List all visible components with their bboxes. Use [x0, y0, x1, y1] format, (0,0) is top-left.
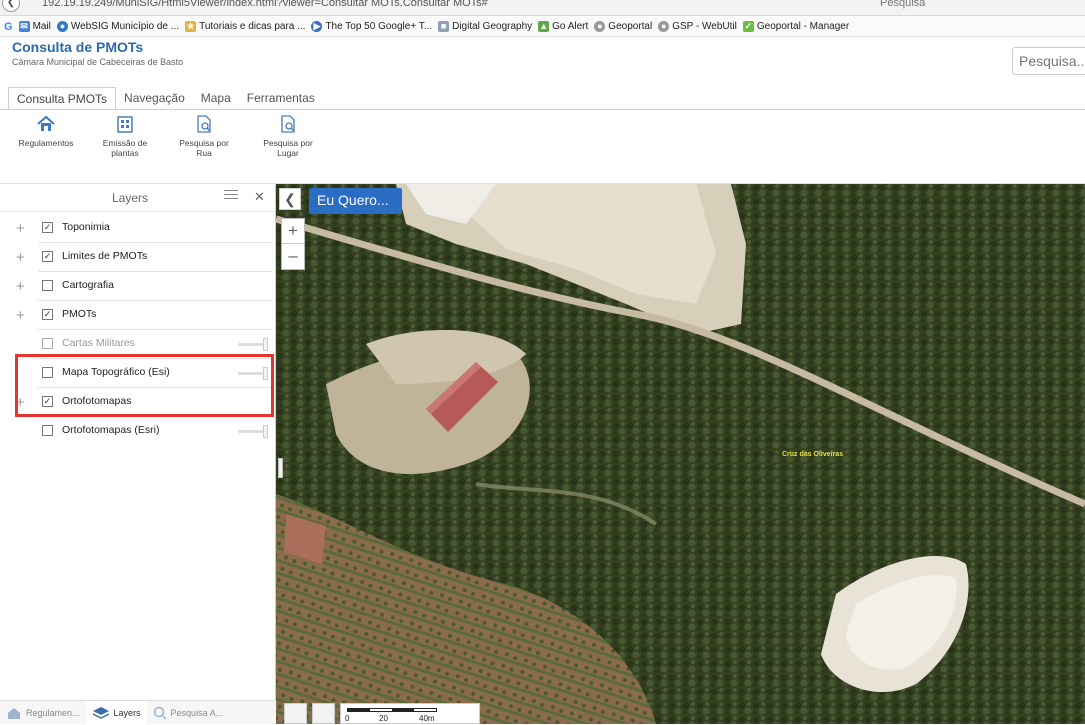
collapse-panel-button[interactable]: ❮	[279, 188, 301, 210]
bookmark-item[interactable]: ● WebSIG Município de ...	[56, 21, 179, 32]
bookmark-item[interactable]: ● Geoportal	[594, 21, 652, 32]
tab-navegacao[interactable]: Navegação	[116, 87, 193, 110]
search-street-icon	[197, 115, 211, 133]
globe-icon: ●	[56, 21, 68, 32]
slider-handle[interactable]	[263, 425, 268, 438]
layer-checkbox[interactable]	[42, 338, 53, 349]
map-bottom-tools: 0 20 40m	[284, 703, 480, 724]
pesquisa-lugar-button[interactable]: Pesquisa por Lugar	[258, 112, 318, 158]
footer-tab-regulamentos[interactable]: Regulamen...	[0, 701, 86, 725]
bookmarks-bar: G ✉ Mail ● WebSIG Município de ... ★ Tutori…	[0, 17, 1085, 37]
google-icon[interactable]: G	[4, 21, 13, 33]
panel-resize-handle[interactable]	[278, 458, 283, 478]
app-subtitle: Câmara Municipal de Cabeceiras de Basto	[12, 57, 184, 67]
bookmark-item[interactable]: ▶ The Top 50 Google+ T...	[311, 21, 432, 32]
map-view[interactable]	[276, 184, 1085, 724]
tab-mapa[interactable]: Mapa	[193, 87, 239, 110]
scale-bar-graphic	[347, 708, 437, 712]
expand-icon[interactable]: +	[16, 220, 25, 237]
scale-toggle-button[interactable]	[312, 703, 335, 724]
footer-tab-layers[interactable]: Layers	[85, 700, 147, 725]
menu-icon[interactable]	[224, 190, 238, 202]
opacity-slider[interactable]	[238, 425, 268, 438]
browser-search[interactable]: Pesquisa	[880, 0, 925, 9]
browser-url-bar: ❮ 192.19.19.249/MuniSIG/Html5Viewer/inde…	[0, 0, 1085, 16]
tutorial-icon: ★	[185, 21, 197, 32]
layers-panel: Layers ✕ + ✓ Toponimia + ✓ Limites de PM…	[0, 184, 276, 725]
aerial-imagery	[276, 184, 1085, 724]
layer-label: Cartografia	[62, 279, 114, 291]
search-icon	[153, 706, 167, 720]
search-place-icon	[281, 115, 295, 133]
tab-ferramentas[interactable]: Ferramentas	[239, 87, 323, 110]
geoportal-icon: ●	[594, 21, 606, 32]
scale-bar: 0 20 40m	[340, 703, 480, 724]
layer-label: PMOTs	[62, 308, 97, 320]
overview-map-button[interactable]	[284, 703, 307, 724]
layer-checkbox[interactable]	[42, 280, 53, 291]
zoom-in-button[interactable]: +	[282, 219, 304, 244]
slider-handle[interactable]	[263, 338, 268, 351]
ribbon-tabs: Consulta PMOTs Navegação Mapa Ferramenta…	[8, 87, 323, 110]
bookmark-item[interactable]: ▲ Go Alert	[538, 21, 588, 32]
expand-icon[interactable]: +	[16, 278, 25, 295]
footer-tab-pesquisa[interactable]: Pesquisa A...	[147, 701, 230, 725]
bookmark-item[interactable]: ● GSP - WebUtil	[658, 21, 737, 32]
place-label: Cruz das Oliveiras	[782, 451, 844, 458]
regulamentos-button[interactable]: Regulamentos	[16, 112, 76, 148]
bookmark-item[interactable]: ■ Digital Geography	[438, 21, 532, 32]
home-icon	[8, 707, 20, 719]
zoom-out-button[interactable]: –	[282, 244, 304, 269]
highlight-box	[15, 354, 274, 417]
layers-icon	[92, 706, 109, 719]
app-title: Consulta de PMOTs	[12, 39, 144, 55]
layer-checkbox[interactable]: ✓	[42, 222, 53, 233]
app-header: Consulta de PMOTs Câmara Municipal de Ca…	[0, 38, 1085, 80]
scale-tick: 0	[345, 714, 350, 723]
expand-icon[interactable]: +	[16, 307, 25, 324]
layer-label: Ortofotomapas (Esri)	[62, 424, 160, 436]
layer-row-pmots[interactable]: + ✓ PMOTs	[0, 301, 274, 330]
close-icon[interactable]: ✕	[254, 189, 265, 205]
alert-icon: ▲	[538, 21, 550, 32]
bookmark-item[interactable]: ✉ Mail	[18, 21, 51, 32]
opacity-slider[interactable]	[238, 338, 268, 351]
bookmark-item[interactable]: ✓ Geoportal - Manager	[742, 21, 849, 32]
panel-footer-tabs: Regulamen... Layers Pesquisa A...	[0, 700, 276, 725]
layer-checkbox[interactable]: ✓	[42, 251, 53, 262]
bookmark-item[interactable]: ★ Tutoriais e dicas para ...	[185, 21, 305, 32]
emissao-plantas-button[interactable]: Emissão de plantas	[100, 112, 150, 158]
layer-checkbox[interactable]: ✓	[42, 309, 53, 320]
layer-label: Toponimia	[62, 221, 110, 233]
manager-icon: ✓	[742, 21, 754, 32]
video-icon: ▶	[311, 21, 323, 32]
back-icon[interactable]: ❮	[2, 0, 20, 12]
mail-icon: ✉	[18, 21, 30, 32]
building-icon	[117, 116, 133, 133]
zoom-control: + –	[281, 218, 305, 270]
tab-consulta-pmots[interactable]: Consulta PMOTs	[8, 87, 117, 110]
layer-row-limites[interactable]: + ✓ Limites de PMOTs	[0, 243, 274, 272]
gsp-icon: ●	[658, 21, 670, 32]
home-icon	[37, 115, 55, 131]
layer-checkbox[interactable]	[42, 425, 53, 436]
search-input[interactable]	[1012, 47, 1085, 75]
layer-row-toponimia[interactable]: + ✓ Toponimia	[0, 214, 274, 243]
layer-label: Limites de PMOTs	[62, 250, 148, 262]
panel-header: Layers ✕	[0, 184, 275, 212]
pesquisa-rua-button[interactable]: Pesquisa por Rua	[174, 112, 234, 158]
eu-quero-button[interactable]: Eu Quero...	[309, 188, 402, 214]
scale-tick: 40m	[419, 714, 435, 723]
url-field[interactable]: 192.19.19.249/MuniSIG/Html5Viewer/index.…	[42, 0, 488, 9]
layer-row-cartografia[interactable]: + Cartografia	[0, 272, 274, 301]
panel-title: Layers	[111, 191, 149, 205]
layer-label: Cartas Militares	[62, 337, 135, 349]
ribbon-divider	[0, 109, 1085, 110]
layer-row-ortofotomapas-esri[interactable]: Ortofotomapas (Esri)	[0, 417, 274, 446]
geography-icon: ■	[438, 21, 450, 32]
scale-tick: 20	[379, 714, 388, 723]
expand-icon[interactable]: +	[16, 249, 25, 266]
